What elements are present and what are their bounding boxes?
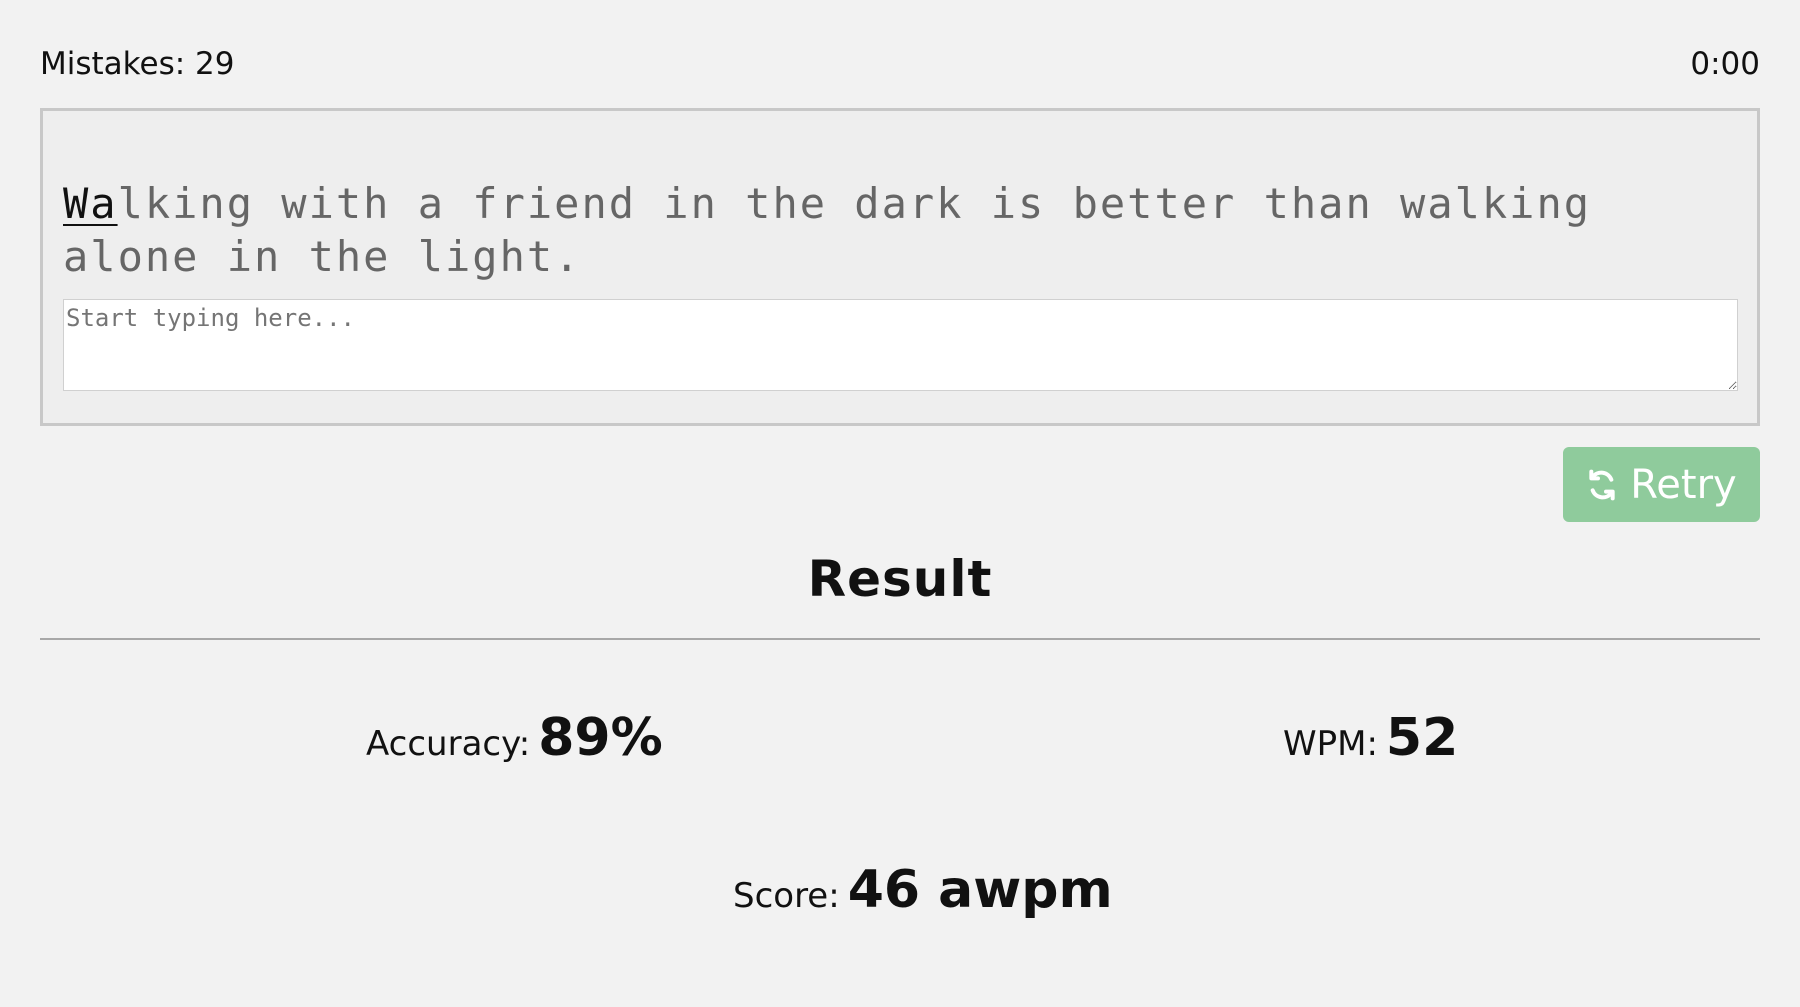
wpm-stat: WPM: 52 <box>1283 708 1458 768</box>
remaining-quote-text: lking with a friend in the dark is bette… <box>63 179 1592 281</box>
retry-label: Retry <box>1630 461 1737 508</box>
score-label: Score: <box>733 876 840 916</box>
mistakes-label: Mistakes: <box>40 46 186 82</box>
stats-header: Mistakes: 29 0:00 <box>40 44 1760 84</box>
result-divider <box>40 638 1760 640</box>
typing-test-page: Mistakes: 29 0:00 Walking with a friend … <box>0 0 1800 1007</box>
mistakes-value: 29 <box>195 46 235 82</box>
result-title: Result <box>807 550 993 608</box>
typed-quote-text: Wa <box>63 179 118 228</box>
accuracy-stat: Accuracy: 89% <box>366 708 663 768</box>
accuracy-value: 89% <box>538 708 663 768</box>
score-stat: Score: 46 awpm <box>733 860 1113 920</box>
refresh-icon <box>1589 469 1615 500</box>
accuracy-label: Accuracy: <box>366 724 531 764</box>
retry-button[interactable]: Retry <box>1563 447 1760 522</box>
typing-panel: Walking with a friend in the dark is bet… <box>40 108 1760 426</box>
wpm-value: 52 <box>1385 708 1459 768</box>
mistakes-counter: Mistakes: 29 <box>40 46 235 82</box>
typing-input[interactable] <box>63 299 1738 391</box>
quote-text: Walking with a friend in the dark is bet… <box>63 177 1727 283</box>
wpm-label: WPM: <box>1283 724 1378 764</box>
timer: 0:00 <box>1690 46 1760 82</box>
score-value: 46 awpm <box>847 860 1113 920</box>
